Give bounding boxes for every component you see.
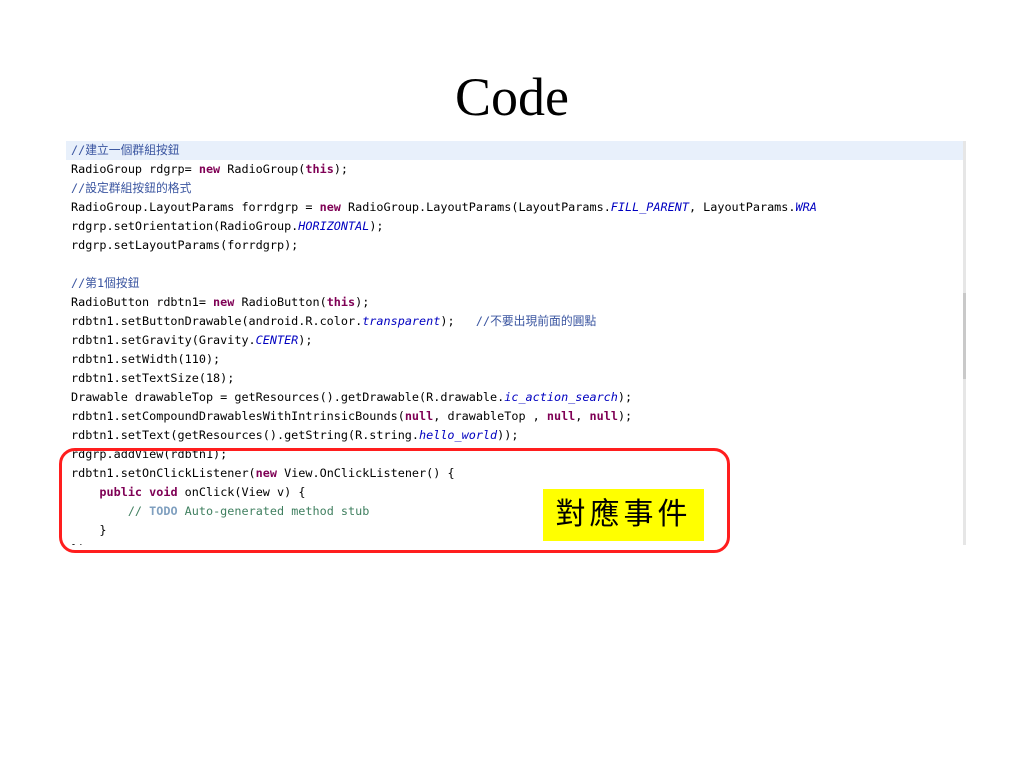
code-token: ); [355,295,370,309]
code-token: new [319,200,341,214]
code-token: rdgrp.setLayoutParams(forrdgrp); [71,238,299,252]
code-token: RadioGroup rdgrp= [71,162,199,176]
code-token: ); [333,162,349,176]
code-line: rdgrp.setLayoutParams(forrdgrp); [66,236,965,255]
code-token: )); [497,428,519,442]
code-line: RadioButton rdbtn1= new RadioButton(this… [66,293,965,312]
slide-title: Code [455,67,569,127]
code-token: rdbtn1.setButtonDrawable(android.R.color… [71,314,363,328]
code-token: transparent [362,314,441,328]
code-token: RadioGroup( [220,162,306,176]
code-token: RadioGroup.LayoutParams(LayoutParams. [340,200,611,214]
code-token: WRA [795,200,817,214]
code-line: RadioGroup rdgrp= new RadioGroup(this); [66,160,965,179]
code-token: //不要出現前面的圓點 [475,314,597,328]
code-line: //建立一個群組按鈕 [66,141,965,160]
code-token: , LayoutParams. [688,200,796,214]
code-line: rdbtn1.setTextSize(18); [66,369,965,388]
code-token: //設定群組按鈕的格式 [71,181,192,195]
code-line: //設定群組按鈕的格式 [66,179,965,198]
code-token: CENTER [255,333,299,347]
code-token: ); [298,333,313,347]
code-token: ); [617,409,633,423]
code-line: RadioGroup.LayoutParams forrdgrp = new R… [66,198,965,217]
code-token: RadioGroup.LayoutParams forrdgrp = [71,200,320,214]
code-token: this [305,162,334,176]
code-token: null [589,409,618,423]
code-token: //第1個按鈕 [71,276,140,290]
code-token: new [198,162,221,176]
code-token: rdgrp.setOrientation(RadioGroup. [71,219,299,233]
code-token: HORIZONTAL [298,219,370,233]
code-token: RadioButton( [234,295,327,309]
callout-label: 對應事件 [543,489,704,541]
code-token: ic_action_search [504,390,618,404]
code-token: , [575,409,590,423]
code-token: ); [440,314,476,328]
code-line: rdbtn1.setCompoundDrawablesWithIntrinsic… [66,407,965,426]
editor-scrollbar-thumb[interactable] [963,293,966,379]
code-token: rdbtn1.setGravity(Gravity. [71,333,256,347]
code-line: rdgrp.setOrientation(RadioGroup.HORIZONT… [66,217,965,236]
code-token: new [213,295,235,309]
code-token: rdbtn1.setTextSize(18); [71,371,235,385]
code-line: //第1個按鈕 [66,274,965,293]
code-line: Drawable drawableTop = getResources().ge… [66,388,965,407]
code-token: hello_world [419,428,498,442]
code-token: Drawable drawableTop = getResources().ge… [71,390,505,404]
code-token: FILL_PARENT [610,200,689,214]
code-token: rdbtn1.setWidth(110); [71,352,221,366]
slide: Code //建立一個群組按鈕 RadioGroup rdgrp= new Rad… [0,0,1024,768]
code-token: this [326,295,356,309]
code-token: , drawableTop , [433,409,547,423]
code-token: //建立一個群組按鈕 [71,143,180,157]
code-token: null [546,409,576,423]
code-line: rdbtn1.setWidth(110); [66,350,965,369]
code-token: null [404,409,434,423]
code-token: ); [369,219,384,233]
code-token: RadioButton rdbtn1= [71,295,214,309]
code-token: rdbtn1.setCompoundDrawablesWithIntrinsic… [71,409,405,423]
code-token: rdbtn1.setText(getResources().getString(… [71,428,420,442]
code-line: rdbtn1.setButtonDrawable(android.R.color… [66,312,965,331]
code-line: rdbtn1.setGravity(Gravity.CENTER); [66,331,965,350]
code-line: rdbtn1.setText(getResources().getString(… [66,426,965,445]
code-token: ); [617,390,633,404]
